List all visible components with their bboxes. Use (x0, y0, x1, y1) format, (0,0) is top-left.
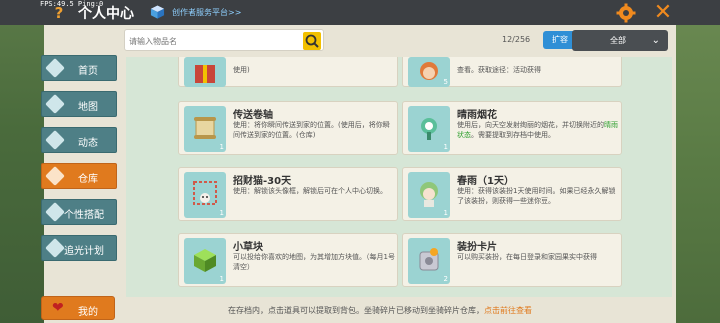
sidebar-item-label: 动态 (78, 138, 98, 149)
item-thumbnail: 1 (184, 238, 226, 284)
mine-button[interactable]: ❤ 我的 (41, 296, 115, 320)
filter-select-value: 全部 (610, 36, 626, 45)
item-description: 使用后，向天空发射绚丽的烟花，并切换附近的晴雨状态。需要提取到存档中使用。 (457, 120, 619, 140)
scroll-icon (194, 117, 216, 139)
sidebar-item-label: 首页 (78, 66, 98, 77)
item-thumbnail: 2 (408, 238, 450, 284)
search-button[interactable] (303, 32, 321, 50)
footer-note: 在存档内，点击道具可以提取到背包。坐骑碎片已移动到坐骑碎片仓库，点击前往查看 (228, 305, 532, 316)
footer-text: 在存档内，点击道具可以提取到背包。坐骑碎片已移动到坐骑碎片仓库， (228, 306, 484, 315)
sidebar-item-light[interactable]: 追光计划 (41, 235, 117, 261)
feed-icon (45, 130, 65, 150)
map-icon (45, 94, 65, 114)
item-count: 1 (219, 209, 224, 217)
sidebar-item-label: 个性搭配 (64, 210, 104, 221)
item-name: 装扮卡片 (457, 242, 497, 253)
item-count: 1 (219, 143, 224, 151)
inventory-grid: 使用) 5 查看。获取途径：活动获得 1 传送卷轴 使用：将你瞬间传送到家的位置… (126, 57, 672, 297)
search-icon (305, 34, 319, 48)
item-count: 5 (443, 78, 448, 86)
item-card[interactable]: 使用) (178, 57, 398, 87)
page-title: 个人中心 (78, 6, 134, 22)
outfit-icon (45, 202, 65, 222)
sidebar-item-label: 仓库 (78, 174, 98, 185)
item-description: 可以投给你喜欢的地图，为其增加方块值。（每月1号清空） (233, 253, 395, 271)
item-thumbnail: 1 (184, 172, 226, 218)
light-icon (45, 238, 65, 258)
item-card[interactable]: 1 小草块 可以投给你喜欢的地图，为其增加方块值。（每月1号清空） (178, 233, 398, 287)
search-input[interactable] (129, 32, 279, 50)
sidebar-item-warehouse[interactable]: 仓库 (41, 163, 117, 189)
grass-block-icon (194, 249, 216, 272)
top-bar: FPS:49.5 Ping:0 ? 个人中心 创作者服务平台>> ✕ (0, 0, 720, 25)
outfit-card-icon (419, 248, 439, 271)
sidebar-item-feed[interactable]: 动态 (41, 127, 117, 153)
firework-icon (421, 118, 437, 140)
search-box (124, 29, 324, 51)
sidebar: 首页 地图 动态 仓库 个性搭配 追光计划 (41, 55, 119, 271)
item-name: 春雨（1天） (457, 176, 514, 187)
item-card[interactable]: 1 晴雨烟花 使用后，向天空发射绚丽的烟花，并切换附近的晴雨状态。需要提取到存档… (402, 101, 622, 155)
sidebar-item-home[interactable]: 首页 (41, 55, 117, 81)
item-name: 传送卷轴 (233, 110, 273, 121)
item-thumbnail: 1 (408, 172, 450, 218)
item-card[interactable]: 1 传送卷轴 使用：将你瞬间传送到家的位置。(使用后，将你瞬间传送到家的位置。(… (178, 101, 398, 155)
chevron-down-icon: ⌄ (651, 35, 660, 46)
item-card[interactable]: 5 查看。获取途径：活动获得 (402, 57, 622, 87)
item-thumbnail (184, 57, 226, 87)
item-count: 2 (443, 275, 448, 283)
gift-icon (195, 65, 215, 83)
creator-platform-link[interactable]: 创作者服务平台>> (172, 7, 241, 18)
item-card[interactable]: 2 装扮卡片 可以购买装扮，在每日登录和家园果实中获得 (402, 233, 622, 287)
item-card[interactable]: 1 招财猫-30天 使用：解锁该头像框，解锁后可在个人中心切换。 (178, 167, 398, 221)
heart-icon: ❤ (52, 300, 64, 316)
item-description-post: 。需要提取到存档中使用。 (471, 131, 555, 139)
item-description: 使用：解锁该头像框，解锁后可在个人中心切换。 (233, 187, 387, 195)
sidebar-item-label: 地图 (78, 102, 98, 113)
item-thumbnail: 1 (184, 106, 226, 152)
item-description: 使用：获得该装扮1天使用时间。如果已经永久解锁了该装扮，则获得一些迷你豆。 (457, 187, 616, 205)
item-thumbnail: 5 (408, 57, 450, 87)
item-name: 招财猫-30天 (233, 176, 292, 187)
help-icon[interactable]: ? (50, 4, 68, 22)
warehouse-icon (45, 166, 65, 186)
item-count: 1 (443, 209, 448, 217)
background-left (0, 0, 44, 323)
avatar-frame-icon (193, 181, 217, 205)
item-description: 查看。获取途径：活动获得 (457, 66, 541, 74)
home-icon (45, 58, 65, 78)
gear-icon[interactable] (616, 3, 636, 23)
item-thumbnail: 1 (408, 106, 450, 152)
sidebar-item-label: 追光计划 (64, 246, 104, 257)
item-name: 晴雨烟花 (457, 110, 497, 121)
item-description: 可以购买装扮，在每日登录和家园果实中获得 (457, 253, 597, 261)
item-card[interactable]: 1 春雨（1天） 使用：获得该装扮1天使用时间。如果已经永久解锁了该装扮，则获得… (402, 167, 622, 221)
item-description: 使用) (233, 66, 250, 74)
item-count: 1 (443, 143, 448, 151)
item-description: 使用：将你瞬间传送到家的位置。(使用后，将你瞬间传送到家的位置。(仓库) (233, 121, 390, 139)
creator-cube-icon (150, 5, 165, 19)
character-icon (420, 62, 438, 80)
close-icon[interactable]: ✕ (652, 2, 674, 24)
item-count: 1 (219, 275, 224, 283)
character-icon (420, 182, 438, 207)
sidebar-item-map[interactable]: 地图 (41, 91, 117, 117)
sidebar-item-outfit[interactable]: 个性搭配 (41, 199, 117, 225)
footer-link[interactable]: 点击前往查看 (484, 306, 532, 315)
mine-label: 我的 (78, 307, 98, 318)
item-description-pre: 使用后，向天空发射绚丽的烟花，并切换附近的 (457, 121, 604, 129)
filter-select[interactable]: 全部 ⌄ (572, 30, 668, 51)
item-name: 小草块 (233, 242, 263, 253)
inventory-count: 12/256 (502, 35, 531, 44)
